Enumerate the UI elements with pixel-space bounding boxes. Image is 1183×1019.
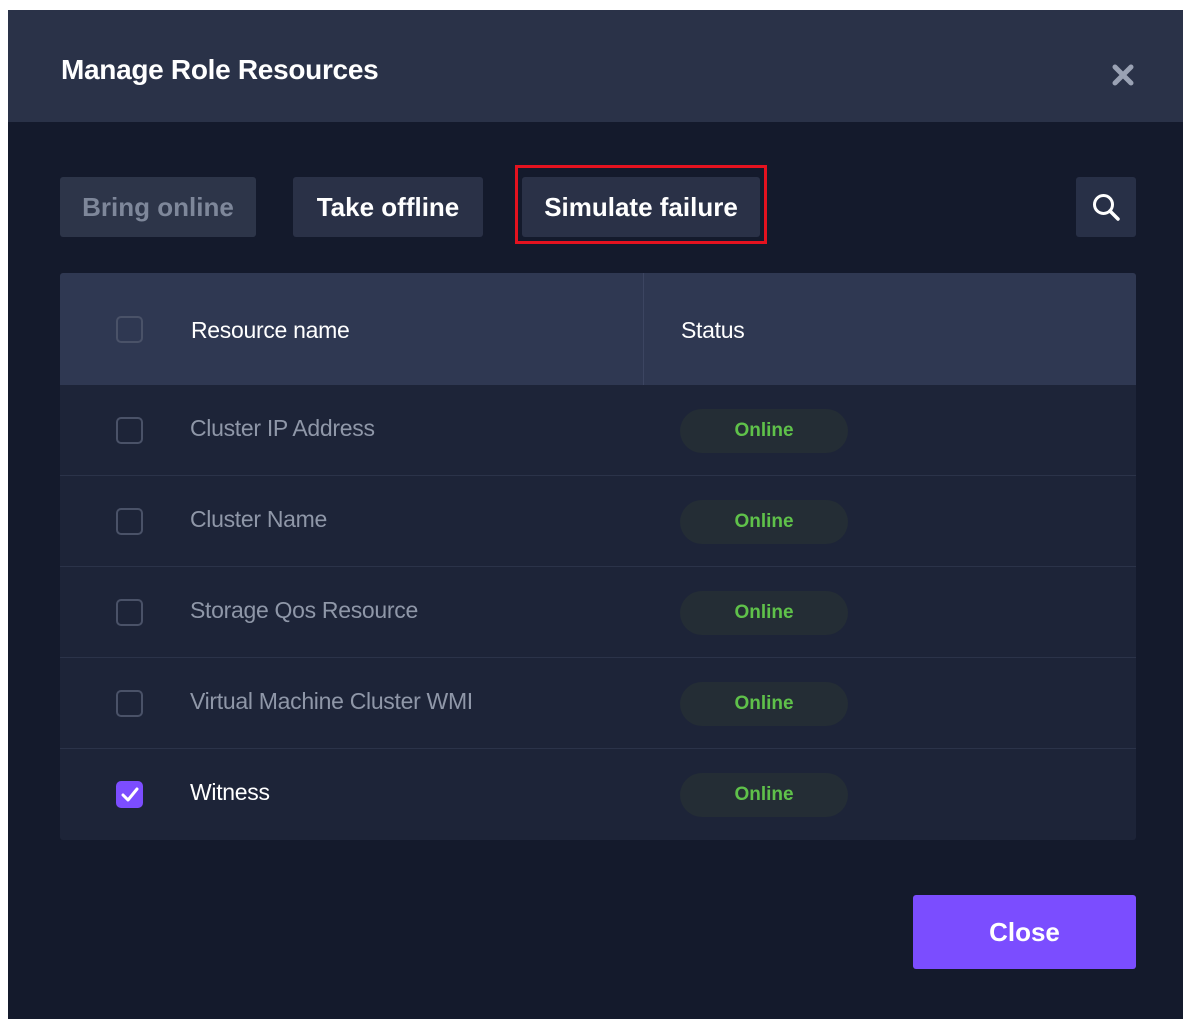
status-badge: Online xyxy=(680,682,848,726)
select-all-checkbox[interactable] xyxy=(116,316,143,343)
row-checkbox[interactable] xyxy=(116,781,143,808)
row-checkbox[interactable] xyxy=(116,690,143,717)
search-button[interactable] xyxy=(1076,177,1136,237)
table-row[interactable]: Cluster Name Online xyxy=(60,476,1136,567)
resource-name: Cluster Name xyxy=(190,506,327,532)
resource-name: Virtual Machine Cluster WMI xyxy=(190,688,473,714)
column-header-status: Status xyxy=(681,317,745,343)
table-row[interactable]: Witness Online xyxy=(60,749,1136,840)
status-badge: Online xyxy=(680,500,848,544)
status-badge: Online xyxy=(680,591,848,635)
dialog-header: Manage Role Resources xyxy=(8,10,1183,122)
table-header: Resource name Status xyxy=(60,273,1136,385)
close-button[interactable]: Close xyxy=(913,895,1136,969)
manage-role-resources-dialog: Manage Role Resources Bring online Take … xyxy=(8,10,1183,1019)
take-offline-button[interactable]: Take offline xyxy=(293,177,483,237)
dialog-title: Manage Role Resources xyxy=(61,54,379,85)
bring-online-button[interactable]: Bring online xyxy=(60,177,256,237)
table-row[interactable]: Cluster IP Address Online xyxy=(60,385,1136,476)
status-badge: Online xyxy=(680,409,848,453)
resources-table: Resource name Status Cluster IP Address … xyxy=(60,273,1136,840)
column-header-resource-name: Resource name xyxy=(191,317,350,343)
resource-name: Cluster IP Address xyxy=(190,415,375,441)
column-divider xyxy=(643,273,644,385)
checkmark-icon xyxy=(121,787,139,802)
row-checkbox[interactable] xyxy=(116,417,143,444)
resource-name: Storage Qos Resource xyxy=(190,597,418,623)
search-icon xyxy=(1093,194,1120,221)
resource-name: Witness xyxy=(190,779,270,805)
highlight-box xyxy=(515,165,767,244)
row-checkbox[interactable] xyxy=(116,599,143,626)
table-row[interactable]: Virtual Machine Cluster WMI Online xyxy=(60,658,1136,749)
table-row[interactable]: Storage Qos Resource Online xyxy=(60,567,1136,658)
status-badge: Online xyxy=(680,773,848,817)
close-x-icon[interactable] xyxy=(1110,62,1136,88)
row-checkbox[interactable] xyxy=(116,508,143,535)
